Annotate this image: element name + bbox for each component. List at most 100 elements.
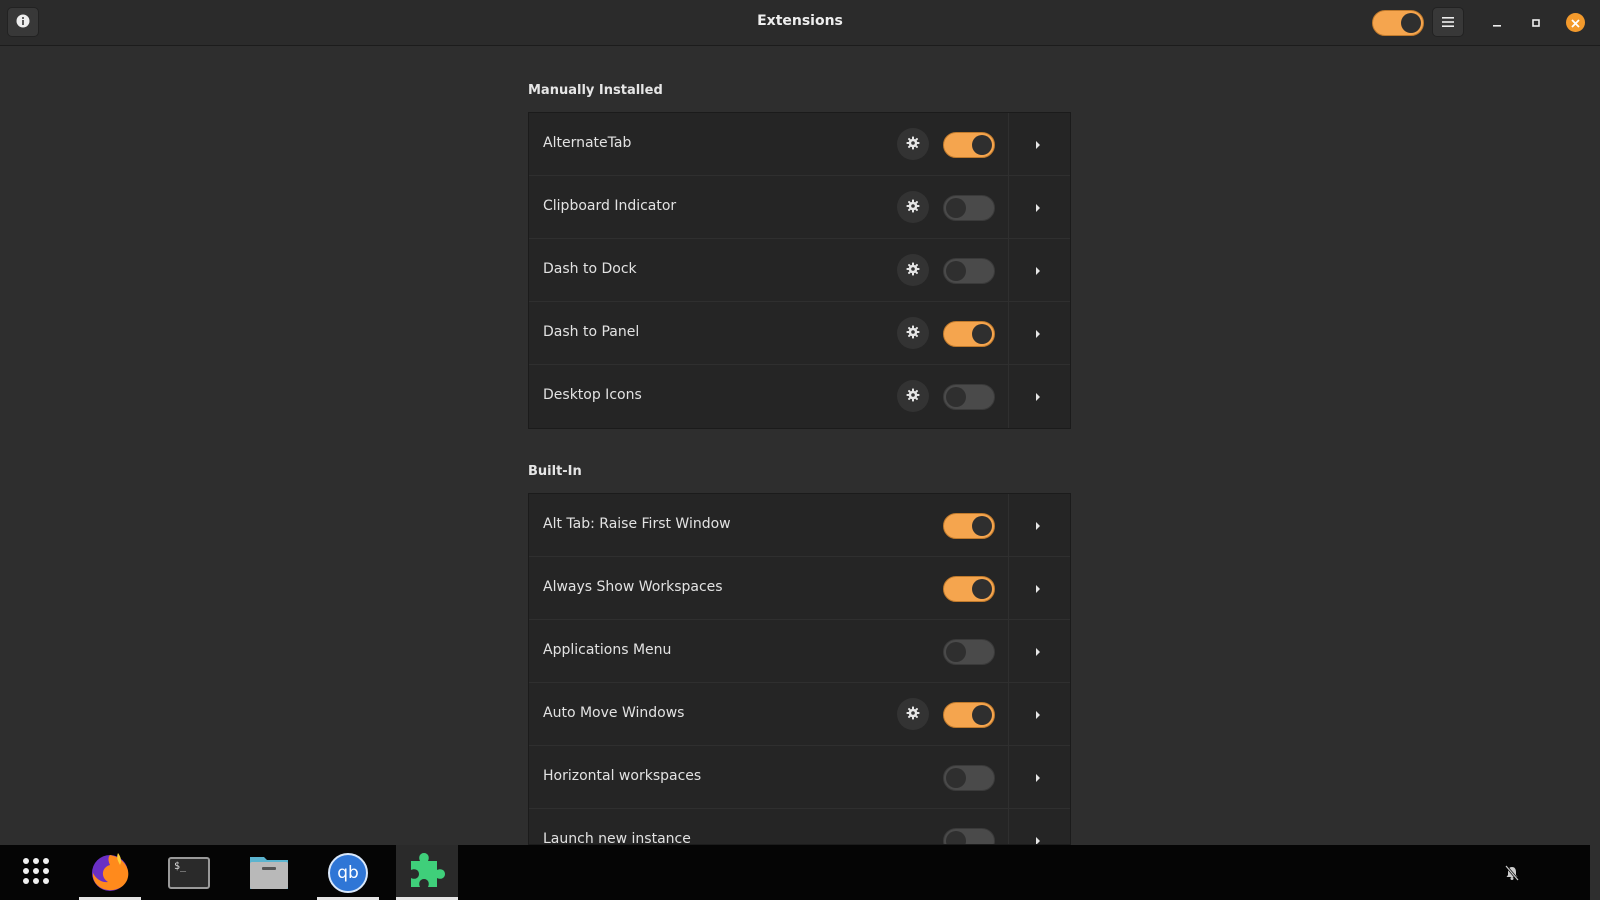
taskbar-extensions[interactable]: [396, 845, 458, 900]
extension-name: Dash to Dock: [543, 261, 637, 277]
extension-toggle[interactable]: [943, 258, 995, 284]
chevron-right-icon: [1034, 324, 1042, 343]
extension-details-button[interactable]: [1029, 387, 1047, 405]
extension-settings-button[interactable]: [897, 254, 929, 286]
extension-details-button[interactable]: [1029, 768, 1047, 786]
toggle-knob: [946, 261, 966, 281]
terminal-icon: $_: [168, 856, 210, 889]
toggle-knob: [972, 579, 992, 599]
extension-details-button[interactable]: [1029, 579, 1047, 597]
toggle-knob: [972, 324, 992, 344]
extension-details-button[interactable]: [1029, 198, 1047, 216]
extension-details-button[interactable]: [1029, 135, 1047, 153]
terminal-prompt-text: $_: [174, 860, 187, 872]
extension-row[interactable]: Dash to Dock: [529, 239, 1070, 302]
extension-toggle[interactable]: [943, 321, 995, 347]
builtin-extensions-list: Alt Tab: Raise First Window Always Show W…: [528, 493, 1071, 845]
global-extensions-toggle[interactable]: [1372, 10, 1424, 36]
qbittorrent-label: qb: [337, 862, 359, 883]
extension-name: Alt Tab: Raise First Window: [543, 516, 731, 532]
extension-name: Desktop Icons: [543, 387, 642, 403]
chevron-right-icon: [1034, 642, 1042, 661]
extension-toggle[interactable]: [943, 702, 995, 728]
extension-row[interactable]: Dash to Panel: [529, 302, 1070, 365]
extension-name: Always Show Workspaces: [543, 579, 723, 595]
extension-toggle[interactable]: [943, 195, 995, 221]
gear-icon: [906, 705, 920, 724]
maximize-icon: [1531, 13, 1541, 32]
chevron-right-icon: [1034, 579, 1042, 598]
taskbar-firefox[interactable]: [79, 845, 141, 900]
extension-row[interactable]: Desktop Icons: [529, 365, 1070, 428]
extension-name: AlternateTab: [543, 135, 632, 151]
row-separator: [1008, 746, 1009, 808]
minimize-button[interactable]: [1488, 13, 1506, 31]
section-title-builtin: Built-In: [528, 464, 582, 479]
extension-name: Horizontal workspaces: [543, 768, 702, 784]
app-grid-button[interactable]: [5, 845, 67, 900]
extension-row[interactable]: Horizontal workspaces: [529, 746, 1070, 809]
extension-name: Auto Move Windows: [543, 705, 685, 721]
extension-details-button[interactable]: [1029, 261, 1047, 279]
toggle-knob: [946, 387, 966, 407]
extension-toggle[interactable]: [943, 639, 995, 665]
screen-edge: [1590, 845, 1600, 900]
extension-settings-button[interactable]: [897, 380, 929, 412]
extension-settings-button[interactable]: [897, 698, 929, 730]
extension-name: Applications Menu: [543, 642, 672, 658]
extension-toggle[interactable]: [943, 132, 995, 158]
close-button[interactable]: [1566, 13, 1585, 32]
extension-toggle[interactable]: [943, 765, 995, 791]
extension-toggle[interactable]: [943, 576, 995, 602]
toggle-knob: [946, 831, 966, 844]
extension-row[interactable]: Launch new instance: [529, 809, 1070, 845]
maximize-button[interactable]: [1527, 13, 1545, 31]
extension-details-button[interactable]: [1029, 705, 1047, 723]
row-separator: [1008, 620, 1009, 682]
taskbar-qbittorrent[interactable]: qb: [317, 845, 379, 900]
row-separator: [1008, 113, 1009, 175]
extension-row[interactable]: Alt Tab: Raise First Window: [529, 494, 1070, 557]
files-icon: [248, 851, 290, 895]
extension-row[interactable]: Clipboard Indicator: [529, 176, 1070, 239]
gear-icon: [906, 261, 920, 280]
hamburger-menu-icon: [1442, 13, 1454, 32]
taskbar-terminal[interactable]: $_: [158, 845, 220, 900]
extension-row[interactable]: Applications Menu: [529, 620, 1070, 683]
extension-row[interactable]: Always Show Workspaces: [529, 557, 1070, 620]
extension-toggle[interactable]: [943, 828, 995, 844]
notifications-off-icon: [1504, 865, 1520, 884]
menu-button[interactable]: [1432, 7, 1464, 37]
taskbar-files[interactable]: [238, 845, 300, 900]
extension-name: Launch new instance: [543, 831, 691, 845]
firefox-icon: [88, 849, 132, 897]
row-separator: [1008, 809, 1009, 844]
toggle-knob: [972, 135, 992, 155]
extension-name: Clipboard Indicator: [543, 198, 677, 214]
extensions-icon: [405, 849, 449, 897]
minimize-icon: [1492, 13, 1502, 32]
row-separator: [1008, 176, 1009, 238]
chevron-right-icon: [1034, 135, 1042, 154]
extension-details-button[interactable]: [1029, 324, 1047, 342]
manual-extensions-list: AlternateTab Clipboard Indicator Dash to D…: [528, 112, 1071, 429]
extension-details-button[interactable]: [1029, 516, 1047, 534]
extension-row[interactable]: Auto Move Windows: [529, 683, 1070, 746]
extension-settings-button[interactable]: [897, 191, 929, 223]
chevron-right-icon: [1034, 198, 1042, 217]
chevron-right-icon: [1034, 768, 1042, 787]
extension-row[interactable]: AlternateTab: [529, 113, 1070, 176]
extension-settings-button[interactable]: [897, 317, 929, 349]
notifications-off-button[interactable]: [1504, 865, 1520, 884]
gear-icon: [906, 135, 920, 154]
extension-details-button[interactable]: [1029, 642, 1047, 660]
gear-icon: [906, 324, 920, 343]
extension-settings-button[interactable]: [897, 128, 929, 160]
window-title: Extensions: [757, 13, 843, 29]
toggle-knob: [972, 705, 992, 725]
extension-toggle[interactable]: [943, 513, 995, 539]
row-separator: [1008, 494, 1009, 556]
row-separator: [1008, 557, 1009, 619]
extension-details-button[interactable]: [1029, 831, 1047, 844]
extension-toggle[interactable]: [943, 384, 995, 410]
